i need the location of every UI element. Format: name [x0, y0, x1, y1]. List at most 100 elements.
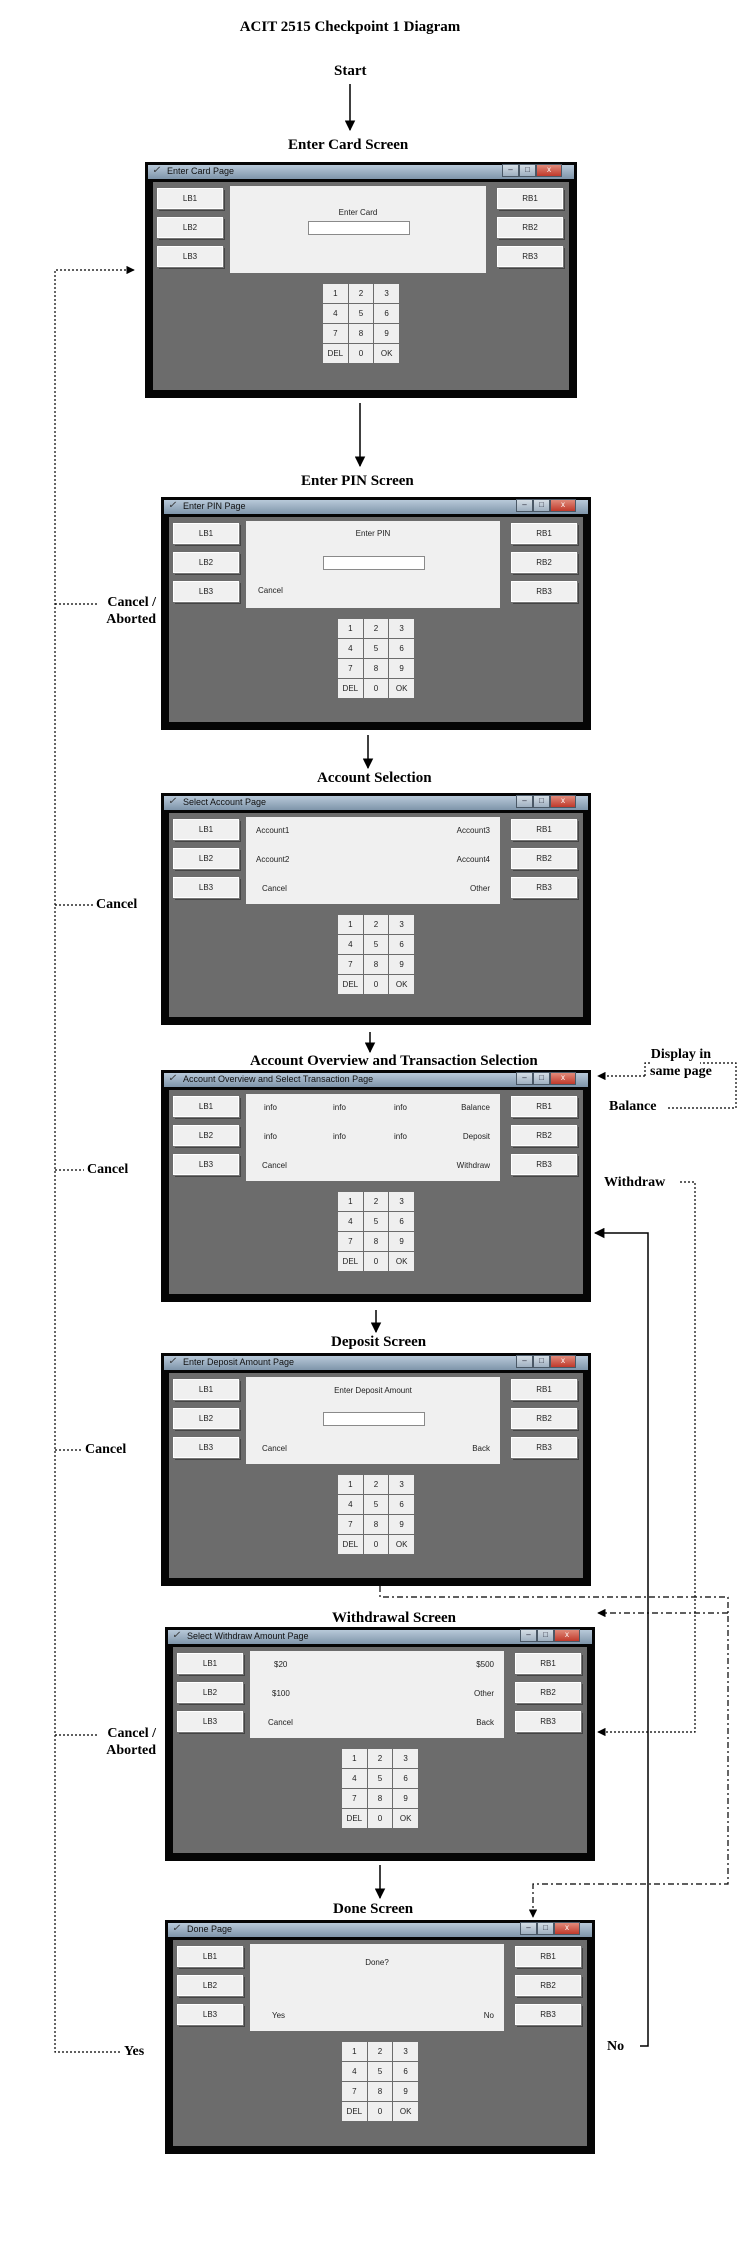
window-titlebar[interactable]: ✓ Account Overview and Select Transaction…	[164, 1072, 588, 1087]
left-button-3[interactable]: LB3	[173, 1437, 239, 1458]
keypad-key[interactable]: 9	[393, 2082, 418, 2101]
maximize-icon[interactable]: □	[533, 1355, 550, 1368]
window-titlebar[interactable]: ✓ Done Page – □ x	[168, 1922, 592, 1937]
keypad-key[interactable]: 4	[338, 1212, 363, 1231]
right-button-3[interactable]: RB3	[497, 246, 563, 267]
keypad-key[interactable]: 0	[348, 344, 374, 363]
keypad-key[interactable]: 1	[338, 1192, 363, 1211]
keypad-key[interactable]: 9	[389, 659, 414, 678]
minimize-icon[interactable]: –	[520, 1922, 537, 1935]
right-button-2[interactable]: RB2	[497, 217, 563, 238]
minimize-icon[interactable]: –	[520, 1629, 537, 1642]
minimize-icon[interactable]: –	[502, 164, 519, 177]
right-button-1[interactable]: RB1	[515, 1946, 581, 1967]
keypad-key[interactable]: OK	[389, 1535, 414, 1554]
close-icon[interactable]: x	[550, 1072, 576, 1085]
keypad-key[interactable]: 3	[393, 1749, 418, 1768]
keypad-key[interactable]: 8	[367, 1789, 393, 1808]
keypad-key[interactable]: DEL	[342, 1809, 367, 1828]
keypad-key[interactable]: 3	[389, 619, 414, 638]
keypad-key[interactable]: 4	[323, 304, 348, 323]
minimize-icon[interactable]: –	[516, 1072, 533, 1085]
keypad-key[interactable]: 2	[367, 2042, 393, 2061]
keypad-key[interactable]: 5	[367, 2062, 393, 2081]
keypad-key[interactable]: 4	[338, 639, 363, 658]
keypad-key[interactable]: 9	[393, 1789, 418, 1808]
keypad-key[interactable]: 5	[363, 1212, 389, 1231]
keypad-key[interactable]: 9	[389, 1232, 414, 1251]
keypad-key[interactable]: OK	[389, 679, 414, 698]
right-button-2[interactable]: RB2	[511, 848, 577, 869]
left-button-3[interactable]: LB3	[177, 2004, 243, 2025]
close-icon[interactable]: x	[554, 1629, 580, 1642]
keypad-key[interactable]: 6	[374, 304, 399, 323]
keypad-key[interactable]: 7	[342, 2082, 367, 2101]
keypad-key[interactable]: 4	[342, 2062, 367, 2081]
keypad-key[interactable]: 3	[393, 2042, 418, 2061]
left-button-2[interactable]: LB2	[173, 1408, 239, 1429]
keypad-key[interactable]: DEL	[338, 975, 363, 994]
right-button-3[interactable]: RB3	[515, 1711, 581, 1732]
minimize-icon[interactable]: –	[516, 795, 533, 808]
maximize-icon[interactable]: □	[533, 1072, 550, 1085]
left-button-2[interactable]: LB2	[157, 217, 223, 238]
keypad-key[interactable]: 4	[338, 1495, 363, 1514]
keypad-key[interactable]: 1	[323, 284, 348, 303]
keypad-key[interactable]: 1	[338, 1475, 363, 1494]
close-icon[interactable]: x	[536, 164, 562, 177]
keypad-key[interactable]: 8	[363, 1232, 389, 1251]
left-button-1[interactable]: LB1	[177, 1653, 243, 1674]
keypad-key[interactable]: 2	[367, 1749, 393, 1768]
keypad-key[interactable]: 0	[363, 975, 389, 994]
keypad-key[interactable]: 7	[338, 1515, 363, 1534]
left-button-3[interactable]: LB3	[157, 246, 223, 267]
minimize-icon[interactable]: –	[516, 499, 533, 512]
keypad-key[interactable]: OK	[374, 344, 399, 363]
keypad-key[interactable]: OK	[393, 1809, 418, 1828]
keypad-key[interactable]: 8	[363, 1515, 389, 1534]
keypad-key[interactable]: 7	[338, 955, 363, 974]
left-button-2[interactable]: LB2	[173, 1125, 239, 1146]
keypad-key[interactable]: 5	[367, 1769, 393, 1788]
right-button-3[interactable]: RB3	[511, 581, 577, 602]
input-entry[interactable]	[308, 221, 410, 235]
right-button-1[interactable]: RB1	[511, 819, 577, 840]
keypad-key[interactable]: 5	[348, 304, 374, 323]
keypad-key[interactable]: 2	[363, 619, 389, 638]
left-button-2[interactable]: LB2	[173, 848, 239, 869]
right-button-3[interactable]: RB3	[515, 2004, 581, 2025]
left-button-2[interactable]: LB2	[177, 1682, 243, 1703]
keypad-key[interactable]: 8	[348, 324, 374, 343]
right-button-1[interactable]: RB1	[511, 523, 577, 544]
minimize-icon[interactable]: –	[516, 1355, 533, 1368]
keypad-key[interactable]: 0	[367, 1809, 393, 1828]
left-button-1[interactable]: LB1	[177, 1946, 243, 1967]
keypad-key[interactable]: 6	[389, 935, 414, 954]
keypad-key[interactable]: 0	[363, 1535, 389, 1554]
left-button-3[interactable]: LB3	[173, 1154, 239, 1175]
keypad-key[interactable]: 7	[342, 1789, 367, 1808]
maximize-icon[interactable]: □	[537, 1629, 554, 1642]
keypad-key[interactable]: 1	[338, 915, 363, 934]
keypad-key[interactable]: 5	[363, 1495, 389, 1514]
keypad-key[interactable]: 2	[363, 915, 389, 934]
keypad-key[interactable]: 0	[363, 679, 389, 698]
left-button-1[interactable]: LB1	[173, 819, 239, 840]
close-icon[interactable]: x	[550, 795, 576, 808]
close-icon[interactable]: x	[550, 1355, 576, 1368]
keypad-key[interactable]: 8	[363, 955, 389, 974]
maximize-icon[interactable]: □	[519, 164, 536, 177]
right-button-2[interactable]: RB2	[515, 1975, 581, 1996]
right-button-2[interactable]: RB2	[511, 1125, 577, 1146]
window-titlebar[interactable]: ✓ Enter Card Page – □ x	[148, 164, 574, 179]
keypad-key[interactable]: 9	[374, 324, 399, 343]
keypad-key[interactable]: 3	[374, 284, 399, 303]
keypad-key[interactable]: DEL	[323, 344, 348, 363]
keypad-key[interactable]: 6	[393, 1769, 418, 1788]
keypad-key[interactable]: 8	[367, 2082, 393, 2101]
keypad-key[interactable]: DEL	[338, 679, 363, 698]
keypad-key[interactable]: 9	[389, 955, 414, 974]
input-entry[interactable]	[323, 556, 425, 570]
window-titlebar[interactable]: ✓ Enter Deposit Amount Page – □ x	[164, 1355, 588, 1370]
window-titlebar[interactable]: ✓ Enter PIN Page – □ x	[164, 499, 588, 514]
